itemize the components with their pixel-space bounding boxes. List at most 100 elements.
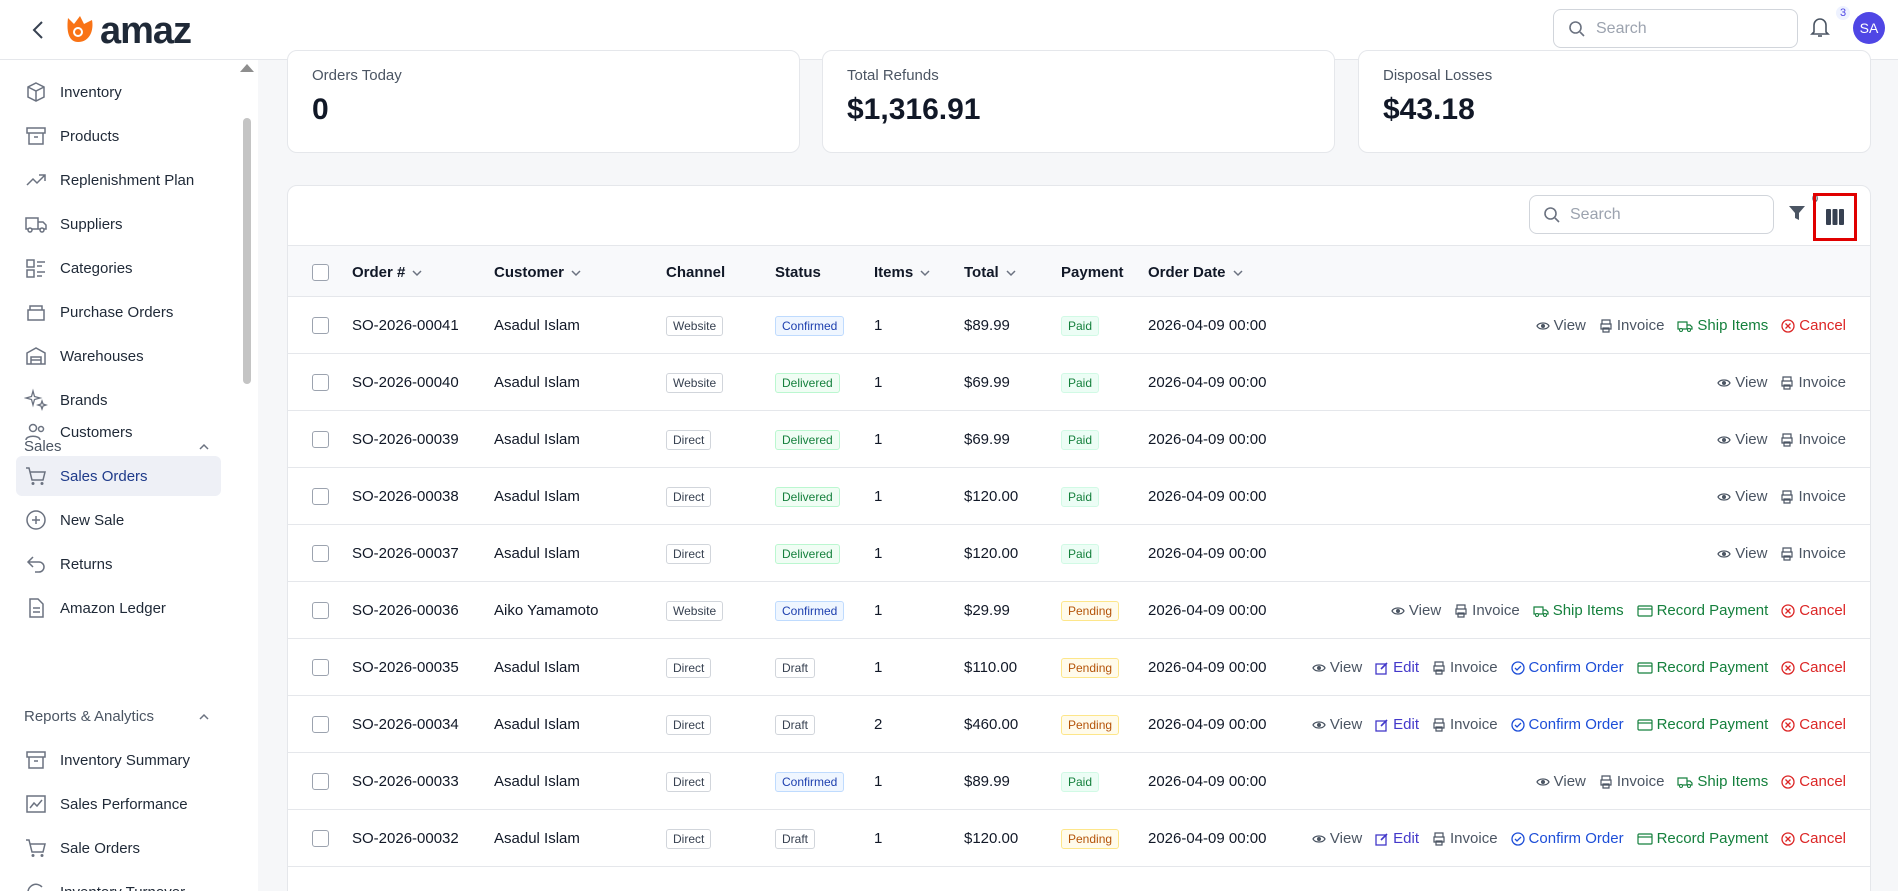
invoice-button[interactable]: Invoice: [1599, 317, 1664, 334]
order-number[interactable]: SO-2026-00035: [352, 639, 459, 696]
sidebar-item-replenishment-plan[interactable]: Replenishment Plan: [16, 160, 221, 200]
edit-button[interactable]: Edit: [1375, 659, 1419, 676]
view-button[interactable]: View: [1717, 431, 1767, 448]
invoice-button[interactable]: Invoice: [1432, 716, 1498, 733]
order-number[interactable]: SO-2026-00032: [352, 810, 459, 867]
invoice-button[interactable]: Invoice: [1432, 659, 1498, 676]
sidebar-item-inventory-turnover[interactable]: Inventory Turnover: [16, 872, 221, 891]
table-row[interactable]: SO-2026-00034 Asadul Islam Direct Draft …: [288, 696, 1870, 753]
sidebar-scroll-up-arrow[interactable]: [240, 64, 254, 72]
table-row[interactable]: SO-2026-00039 Asadul Islam Direct Delive…: [288, 411, 1870, 468]
sidebar-item-inventory[interactable]: Inventory: [16, 72, 221, 112]
ship-items-button[interactable]: Ship Items: [1533, 602, 1624, 619]
cancel-order-button[interactable]: Cancel: [1781, 317, 1846, 334]
cancel-order-button[interactable]: Cancel: [1781, 830, 1846, 847]
table-row[interactable]: SO-2026-00041 Asadul Islam Website Confi…: [288, 297, 1870, 354]
order-number[interactable]: SO-2026-00041: [352, 297, 459, 354]
table-row[interactable]: SO-2026-00032 Asadul Islam Direct Draft …: [288, 810, 1870, 867]
row-checkbox[interactable]: [312, 317, 329, 334]
app-logo[interactable]: amaz: [62, 10, 192, 51]
view-button[interactable]: View: [1535, 773, 1586, 790]
row-checkbox[interactable]: [312, 773, 329, 790]
sidebar-item-sale-orders[interactable]: Sale Orders: [16, 828, 221, 868]
view-button[interactable]: View: [1717, 545, 1767, 562]
cancel-order-button[interactable]: Cancel: [1781, 659, 1846, 676]
ship-items-button[interactable]: Ship Items: [1677, 317, 1768, 334]
sidebar-item-sales-performance[interactable]: Sales Performance: [16, 784, 221, 824]
row-checkbox[interactable]: [312, 716, 329, 733]
avatar[interactable]: SA: [1853, 12, 1885, 44]
table-row[interactable]: SO-2026-00036 Aiko Yamamoto Website Conf…: [288, 582, 1870, 639]
column-total[interactable]: Total: [964, 246, 1017, 298]
ship-items-button[interactable]: Ship Items: [1677, 773, 1768, 790]
invoice-button[interactable]: Invoice: [1454, 602, 1520, 619]
order-number[interactable]: SO-2026-00034: [352, 696, 459, 753]
confirm-order-button[interactable]: Confirm Order: [1510, 830, 1624, 847]
invoice-button[interactable]: Invoice: [1780, 374, 1846, 391]
column-order[interactable]: Order #: [352, 246, 423, 298]
sidebar-item-inventory-summary[interactable]: Inventory Summary: [16, 740, 221, 780]
order-number[interactable]: SO-2026-00040: [352, 354, 459, 411]
sidebar-item-new-sale[interactable]: New Sale: [16, 500, 221, 540]
view-button[interactable]: View: [1535, 317, 1586, 334]
record-payment-button[interactable]: Record Payment: [1636, 659, 1768, 676]
table-row[interactable]: SO-2026-00040 Asadul Islam Website Deliv…: [288, 354, 1870, 411]
record-payment-button[interactable]: Record Payment: [1636, 830, 1768, 847]
columns-toggle-button[interactable]: [1813, 193, 1857, 241]
sidebar-item-purchase-orders[interactable]: Purchase Orders: [16, 292, 221, 332]
filter-icon[interactable]: [1788, 204, 1806, 227]
row-checkbox[interactable]: [312, 488, 329, 505]
column-items[interactable]: Items: [874, 246, 931, 298]
view-button[interactable]: View: [1312, 830, 1362, 847]
invoice-button[interactable]: Invoice: [1432, 830, 1498, 847]
row-checkbox[interactable]: [312, 602, 329, 619]
order-number[interactable]: SO-2026-00038: [352, 468, 459, 525]
sidebar-item-warehouses[interactable]: Warehouses: [16, 336, 221, 376]
sidebar-item-returns[interactable]: Returns: [16, 544, 221, 584]
sidebar-item-suppliers[interactable]: Suppliers: [16, 204, 221, 244]
record-payment-button[interactable]: Record Payment: [1636, 602, 1768, 619]
sidebar-item-categories[interactable]: Categories: [16, 248, 221, 288]
edit-button[interactable]: Edit: [1375, 830, 1419, 847]
order-number[interactable]: SO-2026-00033: [352, 753, 459, 810]
row-checkbox[interactable]: [312, 545, 329, 562]
row-checkbox[interactable]: [312, 374, 329, 391]
sidebar-item-amazon-ledger[interactable]: Amazon Ledger: [16, 588, 221, 628]
sidebar-item-sales-orders[interactable]: Sales Orders: [16, 456, 221, 496]
order-number[interactable]: SO-2026-00039: [352, 411, 459, 468]
row-checkbox[interactable]: [312, 431, 329, 448]
table-row[interactable]: SO-2026-00038 Asadul Islam Direct Delive…: [288, 468, 1870, 525]
view-button[interactable]: View: [1312, 659, 1362, 676]
edit-button[interactable]: Edit: [1375, 716, 1419, 733]
sidebar-section-reports[interactable]: Reports & Analytics: [24, 708, 210, 725]
invoice-button[interactable]: Invoice: [1599, 773, 1664, 790]
invoice-button[interactable]: Invoice: [1780, 488, 1846, 505]
confirm-order-button[interactable]: Confirm Order: [1510, 659, 1624, 676]
table-row[interactable]: SO-2026-00035 Asadul Islam Direct Draft …: [288, 639, 1870, 696]
column-order-date[interactable]: Order Date: [1148, 246, 1244, 298]
sidebar-scrollbar[interactable]: [243, 118, 251, 384]
cancel-order-button[interactable]: Cancel: [1781, 716, 1846, 733]
invoice-button[interactable]: Invoice: [1780, 545, 1846, 562]
order-number[interactable]: SO-2026-00036: [352, 582, 459, 639]
table-row[interactable]: SO-2026-00033 Asadul Islam Direct Confir…: [288, 753, 1870, 810]
sidebar-item-products[interactable]: Products: [16, 116, 221, 156]
cancel-order-button[interactable]: Cancel: [1781, 602, 1846, 619]
confirm-order-button[interactable]: Confirm Order: [1510, 716, 1624, 733]
global-search-input[interactable]: Search: [1553, 9, 1798, 48]
order-number[interactable]: SO-2026-00037: [352, 525, 459, 582]
cancel-order-button[interactable]: Cancel: [1781, 773, 1846, 790]
invoice-button[interactable]: Invoice: [1780, 431, 1846, 448]
table-row[interactable]: SO-2026-00037 Asadul Islam Direct Delive…: [288, 525, 1870, 582]
sidebar-item-customers[interactable]: Customers: [16, 412, 221, 452]
record-payment-button[interactable]: Record Payment: [1636, 716, 1768, 733]
table-search-input[interactable]: Search: [1529, 195, 1774, 234]
view-button[interactable]: View: [1717, 488, 1767, 505]
select-all-checkbox[interactable]: [312, 263, 329, 281]
row-checkbox[interactable]: [312, 659, 329, 676]
row-checkbox[interactable]: [312, 830, 329, 847]
column-customer[interactable]: Customer: [494, 246, 582, 298]
view-button[interactable]: View: [1391, 602, 1441, 619]
bell-icon[interactable]: [1810, 16, 1830, 43]
view-button[interactable]: View: [1312, 716, 1362, 733]
